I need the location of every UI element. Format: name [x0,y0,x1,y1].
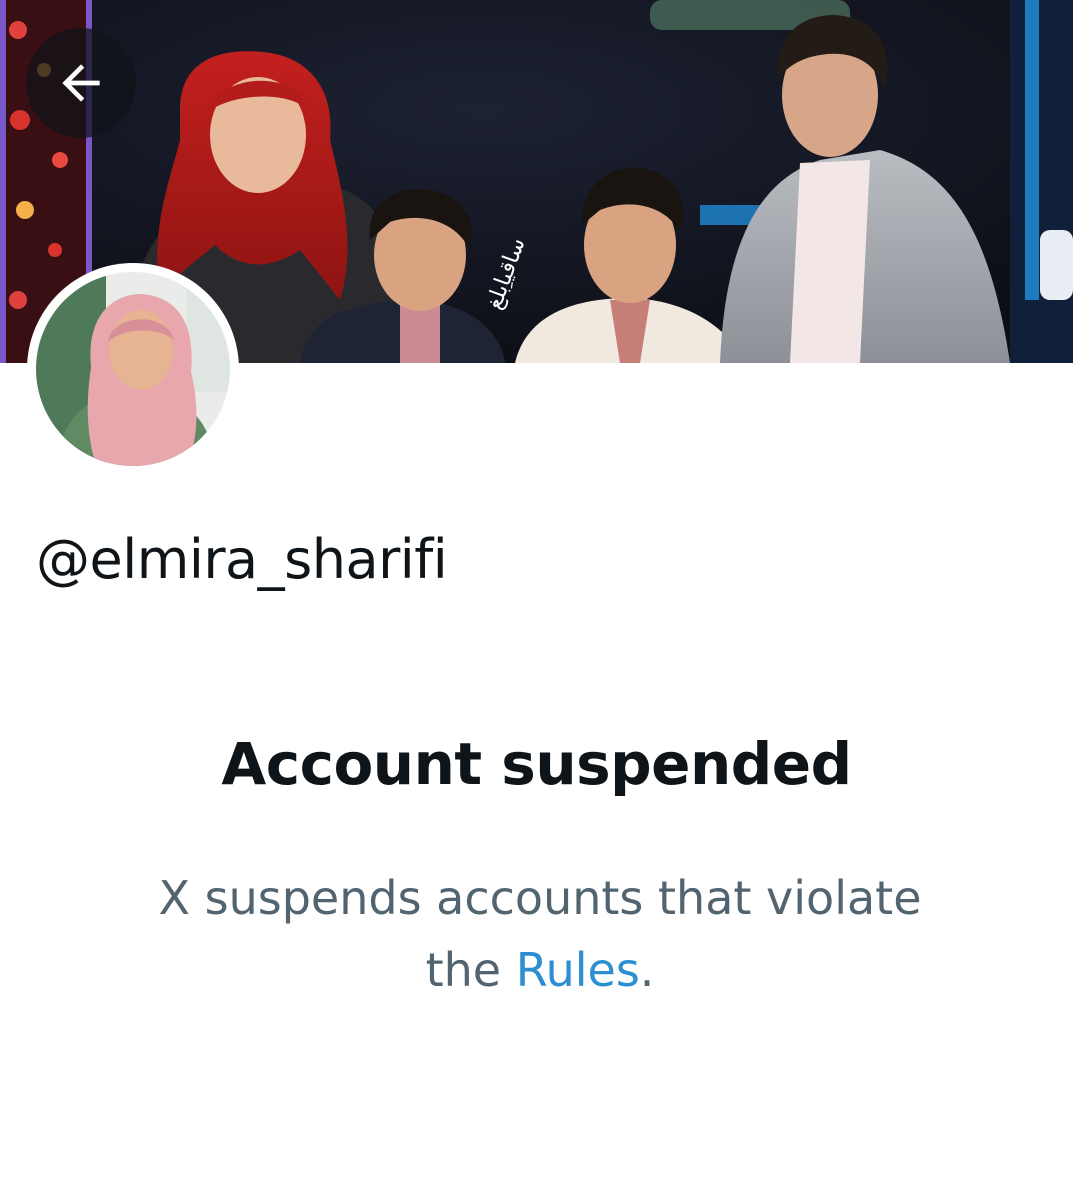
suspension-description: X suspends accounts that violate the Rul… [100,862,980,1006]
suspension-title: Account suspended [221,730,852,798]
rules-link[interactable]: Rules [516,943,640,997]
suspension-description-line1: X suspends accounts that violate [158,871,922,925]
avatar-image [36,272,230,466]
suspension-description-suffix: . [639,943,655,997]
suspension-description-prefix: the [425,943,516,997]
back-button[interactable] [26,28,136,138]
profile-handle: @elmira_sharifi [36,528,448,591]
profile-avatar[interactable] [27,263,239,475]
arrow-left-icon [62,64,100,102]
